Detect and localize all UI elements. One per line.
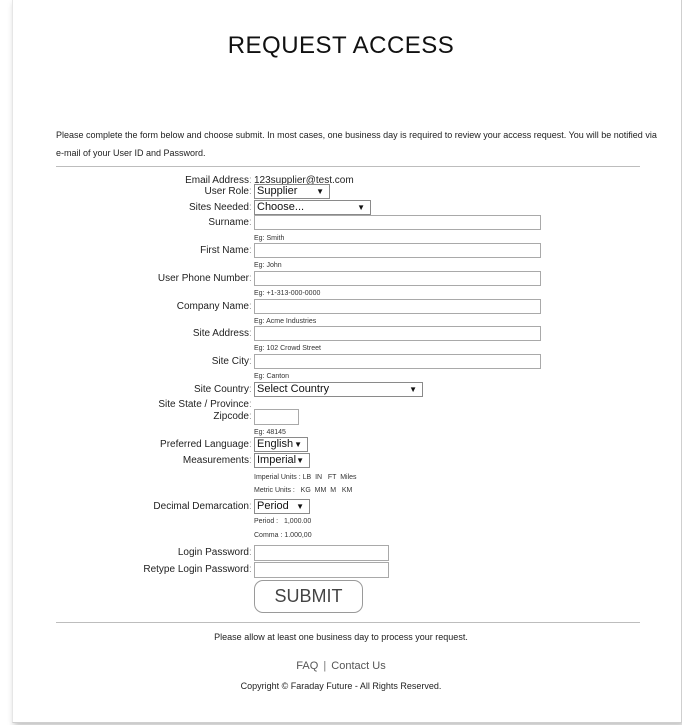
zipcode-row: Zipcode : bbox=[0, 409, 682, 425]
site-address-input[interactable] bbox=[254, 326, 541, 341]
site-address-hint: Eg: 102 Crowd Street bbox=[254, 345, 321, 352]
user-role-row: User Role : Supplier ▼ bbox=[0, 184, 682, 200]
login-password-input[interactable] bbox=[254, 545, 389, 561]
sites-needed-row: Sites Needed : Choose... ▼ bbox=[0, 200, 682, 216]
contact-us-link[interactable]: Contact Us bbox=[331, 660, 385, 672]
site-country-select[interactable]: Select Country ▼ bbox=[254, 382, 423, 397]
site-city-hint: Eg: Canton bbox=[254, 373, 290, 380]
period-example: Period : 1,000.00 bbox=[254, 518, 312, 525]
surname-row: Surname : bbox=[0, 215, 682, 231]
surname-input[interactable] bbox=[254, 215, 541, 230]
login-password-label: Login Password bbox=[177, 547, 249, 558]
top-divider bbox=[56, 166, 640, 167]
decimal-label: Decimal Demarcation bbox=[153, 501, 249, 512]
chevron-down-icon: ▼ bbox=[294, 440, 302, 449]
site-city-label: Site City bbox=[211, 356, 249, 367]
footer-notice: Please allow at least one business day t… bbox=[214, 632, 468, 642]
sites-needed-label: Sites Needed bbox=[188, 202, 249, 213]
copyright-text: Copyright © Faraday Future - All Rights … bbox=[240, 681, 442, 691]
comma-example: Comma : 1.000,00 bbox=[254, 532, 312, 539]
metric-units-note: Metric Units : KG MM M KM bbox=[254, 487, 353, 494]
page-title: REQUEST ACCESS bbox=[227, 32, 455, 59]
site-city-input[interactable] bbox=[254, 354, 541, 369]
retype-password-label: Retype Login Password bbox=[143, 564, 249, 575]
site-country-row: Site Country : Select Country ▼ bbox=[0, 382, 682, 398]
sites-needed-select[interactable]: Choose... ▼ bbox=[254, 200, 371, 215]
chevron-down-icon: ▼ bbox=[296, 502, 304, 511]
user-role-select[interactable]: Supplier ▼ bbox=[254, 184, 330, 199]
chevron-down-icon: ▼ bbox=[296, 456, 304, 465]
retype-password-row: Retype Login Password : bbox=[0, 562, 682, 578]
retype-password-input[interactable] bbox=[254, 562, 389, 578]
first-name-row: First Name : bbox=[0, 243, 682, 259]
surname-hint: Eg: Smith bbox=[254, 235, 285, 242]
language-select[interactable]: English ▼ bbox=[254, 437, 308, 452]
chevron-down-icon: ▼ bbox=[409, 385, 417, 394]
zipcode-hint: Eg: 48145 bbox=[254, 429, 286, 436]
decimal-select[interactable]: Period ▼ bbox=[254, 499, 310, 514]
language-label: Preferred Language bbox=[160, 439, 249, 450]
faq-link[interactable]: FAQ bbox=[296, 660, 318, 672]
site-address-row: Site Address : bbox=[0, 326, 682, 342]
phone-label: User Phone Number bbox=[157, 273, 249, 284]
imperial-units-note: Imperial Units : LB IN FT Miles bbox=[254, 474, 357, 481]
zipcode-input[interactable] bbox=[254, 409, 299, 425]
company-row: Company Name : bbox=[0, 299, 682, 315]
submit-button[interactable]: SUBMIT bbox=[254, 580, 363, 613]
company-hint: Eg: Acme Industries bbox=[254, 318, 317, 325]
phone-row: User Phone Number : bbox=[0, 271, 682, 287]
phone-input[interactable] bbox=[254, 271, 541, 286]
login-password-row: Login Password : bbox=[0, 545, 682, 561]
user-role-label: User Role bbox=[204, 186, 249, 197]
zipcode-label: Zipcode bbox=[213, 411, 249, 422]
decimal-row: Decimal Demarcation : Period ▼ bbox=[0, 499, 682, 515]
company-input[interactable] bbox=[254, 299, 541, 314]
first-name-label: First Name bbox=[200, 245, 249, 256]
site-address-label: Site Address bbox=[192, 328, 249, 339]
phone-hint: Eg: +1-313-000-0000 bbox=[254, 290, 321, 297]
language-row: Preferred Language : English ▼ bbox=[0, 437, 682, 453]
first-name-input[interactable] bbox=[254, 243, 541, 258]
site-country-label: Site Country bbox=[193, 384, 249, 395]
intro-text: Please complete the form below and choos… bbox=[56, 130, 657, 158]
measurements-label: Measurements bbox=[182, 455, 249, 466]
surname-label: Surname bbox=[208, 217, 249, 228]
company-label: Company Name bbox=[176, 301, 249, 312]
first-name-hint: Eg: John bbox=[254, 262, 282, 269]
bottom-divider bbox=[56, 622, 640, 623]
measurements-select[interactable]: Imperial ▼ bbox=[254, 453, 310, 468]
footer-links: FAQ | Contact Us bbox=[0, 660, 682, 672]
site-city-row: Site City : bbox=[0, 354, 682, 370]
chevron-down-icon: ▼ bbox=[357, 203, 365, 212]
measurements-row: Measurements : Imperial ▼ bbox=[0, 453, 682, 469]
chevron-down-icon: ▼ bbox=[316, 187, 324, 196]
footer-separator: | bbox=[323, 660, 327, 672]
